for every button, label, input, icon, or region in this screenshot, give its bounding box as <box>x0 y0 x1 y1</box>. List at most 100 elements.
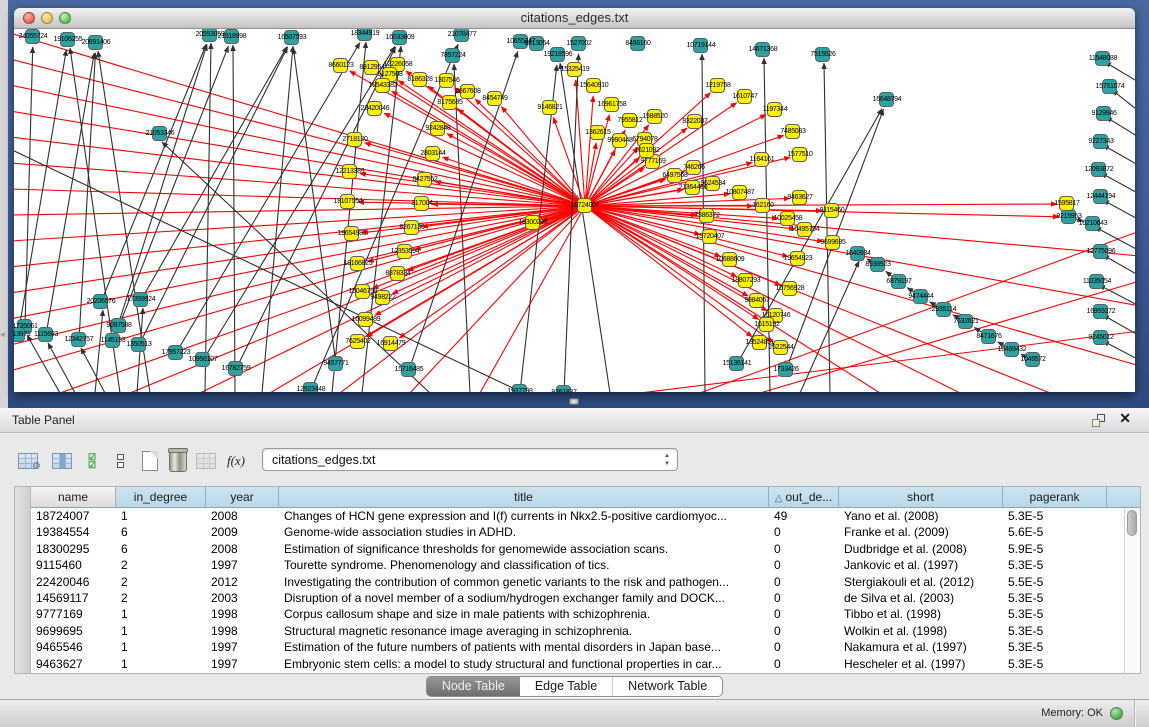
graph-node[interactable] <box>630 36 645 51</box>
graph-node[interactable] <box>347 132 362 147</box>
graph-node[interactable] <box>417 172 432 187</box>
graph-node[interactable] <box>425 146 440 161</box>
graph-node[interactable] <box>303 382 318 392</box>
graph-node[interactable] <box>622 113 637 128</box>
graph-node[interactable] <box>732 185 747 200</box>
graph-node[interactable] <box>705 176 720 191</box>
vertical-scrollbar[interactable] <box>1124 508 1140 673</box>
graph-node[interactable] <box>729 356 744 371</box>
graph-node[interactable] <box>891 274 906 289</box>
new-table-button[interactable] <box>136 447 164 475</box>
graph-node[interactable] <box>195 352 210 367</box>
column-header-year[interactable]: year <box>206 487 279 508</box>
graph-node[interactable] <box>879 92 894 107</box>
graph-node[interactable] <box>749 293 764 308</box>
row-height-button[interactable] <box>106 447 134 475</box>
graph-node[interactable] <box>1093 244 1108 259</box>
column-header-title[interactable]: title <box>279 487 769 508</box>
graph-node[interactable] <box>778 362 793 377</box>
graph-node[interactable] <box>430 121 445 136</box>
graph-node[interactable] <box>785 124 800 139</box>
graph-node[interactable] <box>168 345 183 360</box>
graph-node[interactable] <box>870 257 885 272</box>
table-row[interactable]: 969969511998Structural magnetic resonanc… <box>31 623 1124 639</box>
graph-node[interactable] <box>88 35 103 50</box>
graph-node[interactable] <box>404 220 419 235</box>
table-row[interactable]: 911546021997Tourette syndrome. Phenomeno… <box>31 557 1124 573</box>
graph-node[interactable] <box>111 318 126 333</box>
table-row[interactable]: 1938455462009Genome-wide association stu… <box>31 524 1124 540</box>
table-row[interactable]: 977716911998Corpus callosum shape and si… <box>31 606 1124 622</box>
float-panel-icon[interactable] <box>1092 414 1105 427</box>
graph-node[interactable] <box>284 30 299 45</box>
graph-node[interactable] <box>412 72 427 87</box>
graph-node[interactable] <box>797 222 812 237</box>
graph-node[interactable] <box>414 196 429 211</box>
table-row[interactable]: 946554611997Estimation of the future num… <box>31 639 1124 655</box>
graph-node[interactable] <box>586 78 601 93</box>
graph-node[interactable] <box>367 101 382 116</box>
graph-node[interactable] <box>38 327 53 342</box>
graph-node[interactable] <box>752 335 767 350</box>
memory-ok-icon[interactable] <box>1110 707 1123 720</box>
graph-node[interactable] <box>228 361 243 376</box>
graph-node[interactable] <box>375 78 390 93</box>
graph-node[interactable] <box>25 29 40 44</box>
network-window-titlebar[interactable]: citations_edges.txt <box>14 8 1135 29</box>
column-header-pagerank[interactable]: pagerank <box>1003 487 1107 508</box>
graph-node[interactable] <box>773 340 788 355</box>
select-all-rows-button[interactable]: ☑☑ <box>78 447 106 475</box>
graph-node[interactable] <box>350 256 365 271</box>
graph-node[interactable] <box>401 362 416 377</box>
graph-node[interactable] <box>340 194 355 209</box>
graph-node[interactable] <box>445 48 460 63</box>
graph-node[interactable] <box>1093 304 1108 319</box>
graph-node[interactable] <box>1096 106 1111 121</box>
graph-node[interactable] <box>342 164 357 179</box>
graph-node[interactable] <box>1093 134 1108 149</box>
graph-node[interactable] <box>667 168 682 183</box>
graph-node[interactable] <box>604 97 619 112</box>
graph-node[interactable] <box>702 229 717 244</box>
graph-node[interactable] <box>152 126 167 141</box>
graph-node[interactable] <box>442 95 457 110</box>
graph-node[interactable] <box>1091 162 1106 177</box>
graph-node[interactable] <box>392 30 407 45</box>
splitter-handle-icon[interactable] <box>569 398 579 405</box>
graph-node[interactable] <box>790 251 805 266</box>
column-header-short[interactable]: short <box>839 487 1003 508</box>
graph-node[interactable] <box>755 198 770 213</box>
graph-node[interactable] <box>577 198 592 213</box>
graph-node[interactable] <box>792 190 807 205</box>
table-settings-button[interactable]: ⚙ <box>14 447 42 475</box>
graph-node[interactable] <box>513 34 528 49</box>
graph-node[interactable] <box>710 78 725 93</box>
graph-node[interactable] <box>1093 330 1108 345</box>
function-builder-button[interactable]: f(x) <box>222 447 250 475</box>
column-header-name[interactable]: name <box>31 487 116 508</box>
graph-node[interactable] <box>782 281 797 296</box>
graph-node[interactable] <box>571 36 586 51</box>
graph-node[interactable] <box>14 327 25 342</box>
graph-node[interactable] <box>850 246 865 261</box>
graph-node[interactable] <box>133 292 148 307</box>
graph-node[interactable] <box>105 333 120 348</box>
graph-node[interactable] <box>1025 352 1040 367</box>
table-row[interactable]: 1830029562008Estimation of significance … <box>31 541 1124 557</box>
column-visibility-button[interactable] <box>48 447 76 475</box>
graph-node[interactable] <box>612 133 627 148</box>
graph-node[interactable] <box>936 302 951 317</box>
graph-node[interactable] <box>550 47 565 62</box>
graph-node[interactable] <box>460 84 475 99</box>
graph-node[interactable] <box>439 73 454 88</box>
panel-collapse-arrow-icon[interactable]: ◂ <box>0 330 5 339</box>
graph-node[interactable] <box>542 100 557 115</box>
graph-node[interactable] <box>767 102 782 117</box>
table-row[interactable]: 1872400712008Changes of HCN gene express… <box>31 508 1124 524</box>
graph-node[interactable] <box>529 36 544 51</box>
graph-node[interactable] <box>344 226 359 241</box>
graph-node[interactable] <box>567 62 582 77</box>
graph-node[interactable] <box>759 317 774 332</box>
graph-node[interactable] <box>699 208 714 223</box>
graph-node[interactable] <box>375 290 390 305</box>
